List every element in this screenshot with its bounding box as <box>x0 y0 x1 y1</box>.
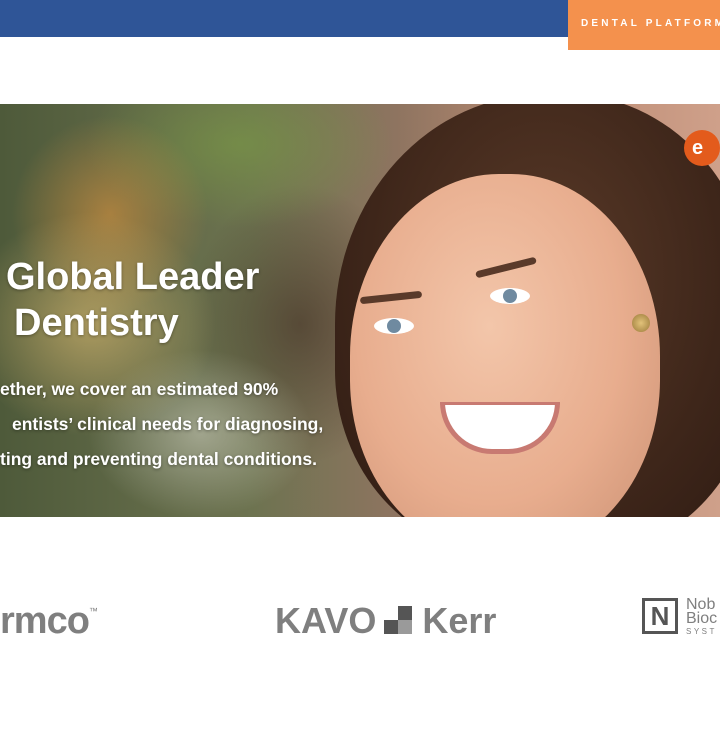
hero-description: ether, we cover an estimated 90% entists… <box>0 372 323 477</box>
nobel-line3: SYST <box>686 627 717 636</box>
ormco-logo-text: rmco <box>0 600 90 642</box>
nobel-mark-icon: N <box>642 598 678 634</box>
ormco-logo: rmco™ <box>0 600 98 643</box>
hero-body-line3: ting and preventing dental conditions. <box>0 449 317 469</box>
brand-mark-icon: e <box>684 130 720 166</box>
kerr-logo-text: Kerr <box>422 600 497 641</box>
hero-eye-left <box>374 318 414 334</box>
kavo-logo-text: KAVO <box>275 600 377 641</box>
hero-title: Global Leader Dentistry <box>6 254 259 346</box>
nobel-biocare-logo: N Nob Bioc SYST <box>642 597 718 638</box>
hero-eye-right <box>490 288 530 304</box>
kavo-kerr-logo: KAVO Kerr <box>275 600 496 642</box>
hero-earring <box>632 314 650 332</box>
hero-title-line1: Global Leader <box>6 256 260 298</box>
hero-title-line2: Dentistry <box>14 302 179 344</box>
hero-body-line2: entists’ clinical needs for diagnosing, <box>12 414 324 434</box>
hero-face <box>350 174 660 517</box>
section-tab-label: DENTAL PLATFORM <box>581 18 720 29</box>
header-bar <box>0 0 568 37</box>
nobel-logo-text: Nob Bioc SYST <box>686 597 718 638</box>
kavo-kerr-mark-icon <box>384 606 414 636</box>
ormco-trademark: ™ <box>88 606 98 616</box>
hero-body-line1: ether, we cover an estimated 90% <box>0 379 279 399</box>
section-tab[interactable]: DENTAL PLATFORM <box>568 0 720 50</box>
hero-banner: e Global Leader Dentistry ether, we cove… <box>0 104 720 517</box>
nobel-line2: Bioc <box>686 610 718 627</box>
